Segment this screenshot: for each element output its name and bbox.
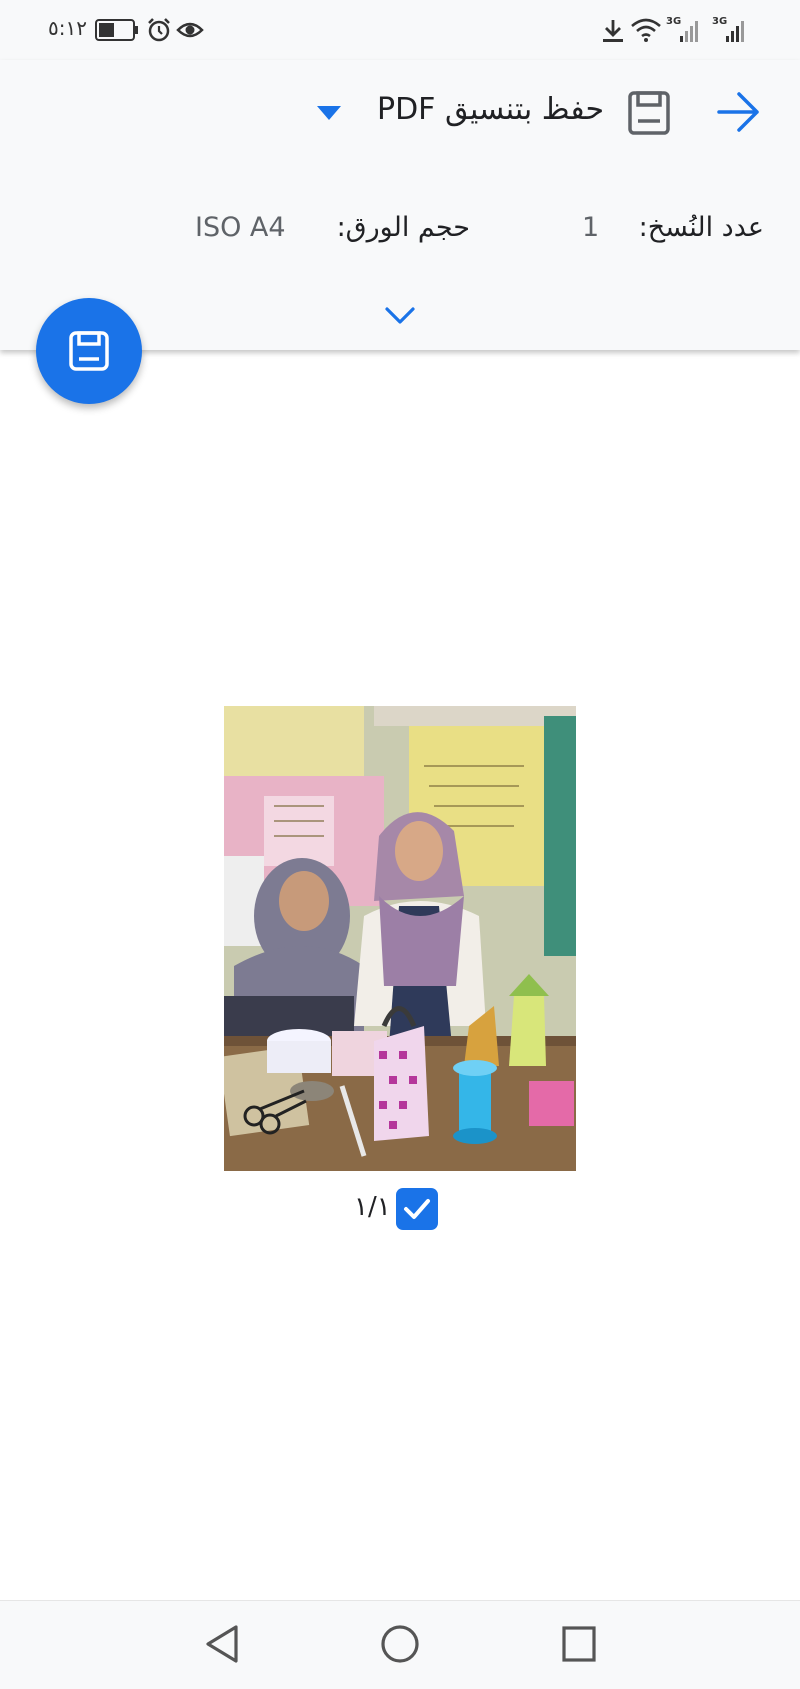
arrow-right-icon[interactable] xyxy=(716,90,762,138)
recents-icon[interactable] xyxy=(560,1623,598,1669)
copies-value[interactable]: 1 xyxy=(582,212,599,243)
eye-icon xyxy=(176,19,204,45)
check-icon xyxy=(404,1199,430,1219)
signal-icon: 3G xyxy=(712,16,748,48)
copies-label: عدد النُسخ: xyxy=(638,212,764,243)
paper-size-value[interactable]: ISO A4 xyxy=(195,212,286,243)
home-icon[interactable] xyxy=(380,1623,420,1669)
alarm-icon xyxy=(146,17,172,47)
download-icon xyxy=(601,18,625,48)
page-select-checkbox[interactable] xyxy=(396,1188,438,1230)
destination-label[interactable]: حفظ بتنسيق PDF xyxy=(377,92,604,127)
preview-photo xyxy=(224,706,576,1171)
page-preview[interactable] xyxy=(224,706,576,1171)
battery-icon xyxy=(95,19,139,45)
paper-size-label: حجم الورق: xyxy=(336,212,470,243)
wifi-icon xyxy=(630,17,662,47)
save-pdf-icon xyxy=(69,331,109,371)
chevron-down-icon[interactable] xyxy=(384,306,416,330)
status-bar: ٥:١٢ 3G 3G xyxy=(0,0,800,60)
network-type-label: 3G xyxy=(712,16,728,27)
save-pdf-button[interactable] xyxy=(36,298,142,404)
signal-icon: 3G xyxy=(666,16,702,48)
save-icon[interactable] xyxy=(627,90,671,140)
triangle-down-icon[interactable] xyxy=(316,105,342,125)
status-time: ٥:١٢ xyxy=(48,16,87,40)
back-icon[interactable] xyxy=(203,1623,241,1669)
network-type-label: 3G xyxy=(666,16,682,27)
page-number: ١/١ xyxy=(354,1192,391,1222)
navigation-bar xyxy=(0,1600,800,1689)
